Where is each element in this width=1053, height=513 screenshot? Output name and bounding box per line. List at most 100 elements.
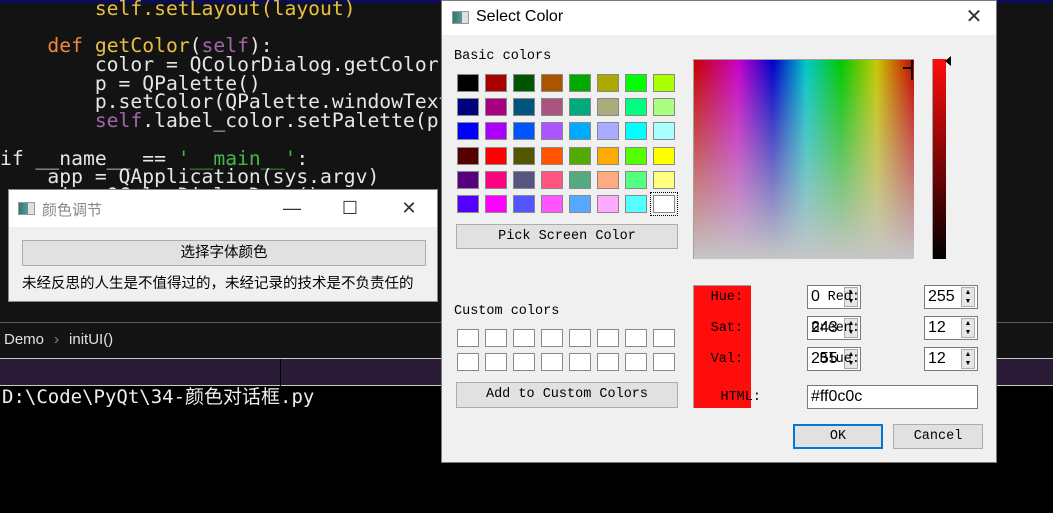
close-icon[interactable]: ✕ (389, 194, 429, 222)
custom-color-swatch[interactable] (569, 329, 591, 347)
title-bar[interactable]: 颜色调节 — ☐ ✕ (9, 190, 437, 227)
green-label: Green: (811, 321, 860, 336)
custom-color-swatch[interactable] (625, 329, 647, 347)
hue-saturation-picker[interactable] (693, 59, 914, 259)
basic-color-swatch[interactable] (625, 74, 647, 92)
basic-color-swatch[interactable] (625, 122, 647, 141)
maximize-icon[interactable]: ☐ (330, 194, 370, 222)
basic-color-swatch[interactable] (625, 170, 647, 189)
select-color-dialog: Select Color ✕ Basic colors Pick Screen … (441, 0, 997, 463)
dialog-title-bar[interactable]: Select Color ✕ (442, 1, 996, 35)
basic-color-swatch[interactable] (597, 170, 619, 189)
custom-color-swatch[interactable] (541, 353, 563, 371)
basic-colors-label: Basic colors (454, 49, 552, 64)
html-value[interactable]: #ff0c0c (811, 388, 862, 405)
pick-screen-color-button[interactable]: Pick Screen Color (456, 224, 678, 249)
basic-color-swatch[interactable] (541, 170, 563, 189)
basic-color-swatch[interactable] (569, 146, 591, 165)
minimize-icon[interactable]: — (272, 194, 312, 222)
red-spinbox[interactable]: 255 ▲ ▼ (924, 285, 978, 309)
basic-color-swatch[interactable] (457, 122, 479, 141)
basic-color-swatch[interactable] (625, 195, 647, 213)
add-to-custom-colors-button[interactable]: Add to Custom Colors (456, 382, 678, 408)
basic-color-swatch[interactable] (541, 74, 563, 92)
custom-color-swatch[interactable] (625, 353, 647, 371)
basic-color-swatch[interactable] (513, 74, 535, 92)
blue-value[interactable]: 12 (928, 350, 946, 367)
basic-color-swatch[interactable] (597, 195, 619, 213)
basic-color-swatch[interactable] (485, 98, 507, 117)
basic-color-swatch[interactable] (625, 146, 647, 165)
basic-color-swatch[interactable] (569, 74, 591, 92)
spin-arrows-icon[interactable]: ▲ ▼ (961, 318, 975, 338)
basic-color-swatch[interactable] (653, 146, 675, 165)
dialog-title: Select Color (476, 8, 564, 25)
custom-color-swatch[interactable] (541, 329, 563, 347)
ok-button[interactable]: OK (793, 424, 883, 449)
value-slider[interactable] (932, 59, 946, 259)
custom-color-swatch[interactable] (597, 329, 619, 347)
breadcrumb-item[interactable]: initUI() (69, 331, 113, 348)
basic-color-swatch[interactable] (541, 98, 563, 117)
basic-color-swatch[interactable] (513, 98, 535, 117)
basic-color-swatch[interactable] (457, 195, 479, 213)
basic-color-swatch[interactable] (485, 195, 507, 213)
basic-color-swatch[interactable] (485, 170, 507, 189)
custom-color-swatch[interactable] (485, 329, 507, 347)
custom-color-swatch[interactable] (653, 329, 675, 347)
basic-color-swatch[interactable] (541, 146, 563, 165)
basic-color-swatch[interactable] (457, 170, 479, 189)
basic-color-swatch[interactable] (457, 98, 479, 117)
slider-arrow-icon[interactable] (945, 56, 951, 66)
basic-color-swatch[interactable] (569, 98, 591, 117)
green-value[interactable]: 12 (928, 319, 946, 336)
basic-color-swatch[interactable] (650, 192, 678, 216)
custom-color-swatch[interactable] (457, 353, 479, 371)
custom-color-swatch[interactable] (569, 353, 591, 371)
basic-color-swatch[interactable] (513, 170, 535, 189)
custom-color-swatch[interactable] (457, 329, 479, 347)
spin-arrows-icon[interactable]: ▲ ▼ (961, 287, 975, 307)
basic-color-swatch[interactable] (541, 195, 563, 213)
custom-color-swatch[interactable] (653, 353, 675, 371)
val-label: Val: (710, 352, 743, 367)
basic-color-swatch[interactable] (653, 98, 675, 117)
spin-arrows-icon[interactable]: ▲ ▼ (961, 349, 975, 369)
custom-color-swatch[interactable] (513, 329, 535, 347)
basic-color-swatch[interactable] (653, 170, 675, 189)
green-spinbox[interactable]: 12 ▲ ▼ (924, 316, 978, 340)
html-input[interactable]: #ff0c0c (807, 385, 978, 409)
basic-color-swatch[interactable] (625, 98, 647, 117)
red-value[interactable]: 255 (928, 288, 955, 305)
basic-color-swatch[interactable] (513, 122, 535, 141)
basic-color-swatch[interactable] (457, 146, 479, 165)
basic-color-swatch[interactable] (569, 195, 591, 213)
hue-label: Hue: (710, 290, 743, 305)
basic-color-swatch[interactable] (597, 74, 619, 92)
basic-color-swatch[interactable] (513, 146, 535, 165)
basic-color-swatch[interactable] (485, 122, 507, 141)
custom-color-swatch[interactable] (513, 353, 535, 371)
basic-color-swatch[interactable] (597, 146, 619, 165)
basic-color-swatch[interactable] (653, 122, 675, 141)
breadcrumb-item[interactable]: Demo (4, 331, 44, 348)
basic-color-swatch[interactable] (569, 122, 591, 141)
blue-label: Blue: (819, 352, 860, 367)
basic-color-swatch[interactable] (569, 170, 591, 189)
basic-color-swatch[interactable] (653, 74, 675, 92)
blue-spinbox[interactable]: 12 ▲ ▼ (924, 347, 978, 371)
custom-color-swatch[interactable] (485, 353, 507, 371)
basic-color-swatch[interactable] (597, 98, 619, 117)
code-token: self (94, 109, 143, 133)
choose-font-color-button[interactable]: 选择字体颜色 (22, 240, 426, 266)
close-icon[interactable]: ✕ (954, 3, 994, 31)
basic-color-swatch[interactable] (513, 195, 535, 213)
basic-color-swatch[interactable] (485, 146, 507, 165)
basic-color-swatch[interactable] (457, 74, 479, 92)
basic-color-swatch[interactable] (541, 122, 563, 141)
custom-color-swatch[interactable] (597, 353, 619, 371)
basic-color-swatch[interactable] (485, 74, 507, 92)
basic-color-swatch[interactable] (597, 122, 619, 141)
code-token: .label_color.setPalette(p) (142, 109, 451, 133)
cancel-button[interactable]: Cancel (893, 424, 983, 449)
